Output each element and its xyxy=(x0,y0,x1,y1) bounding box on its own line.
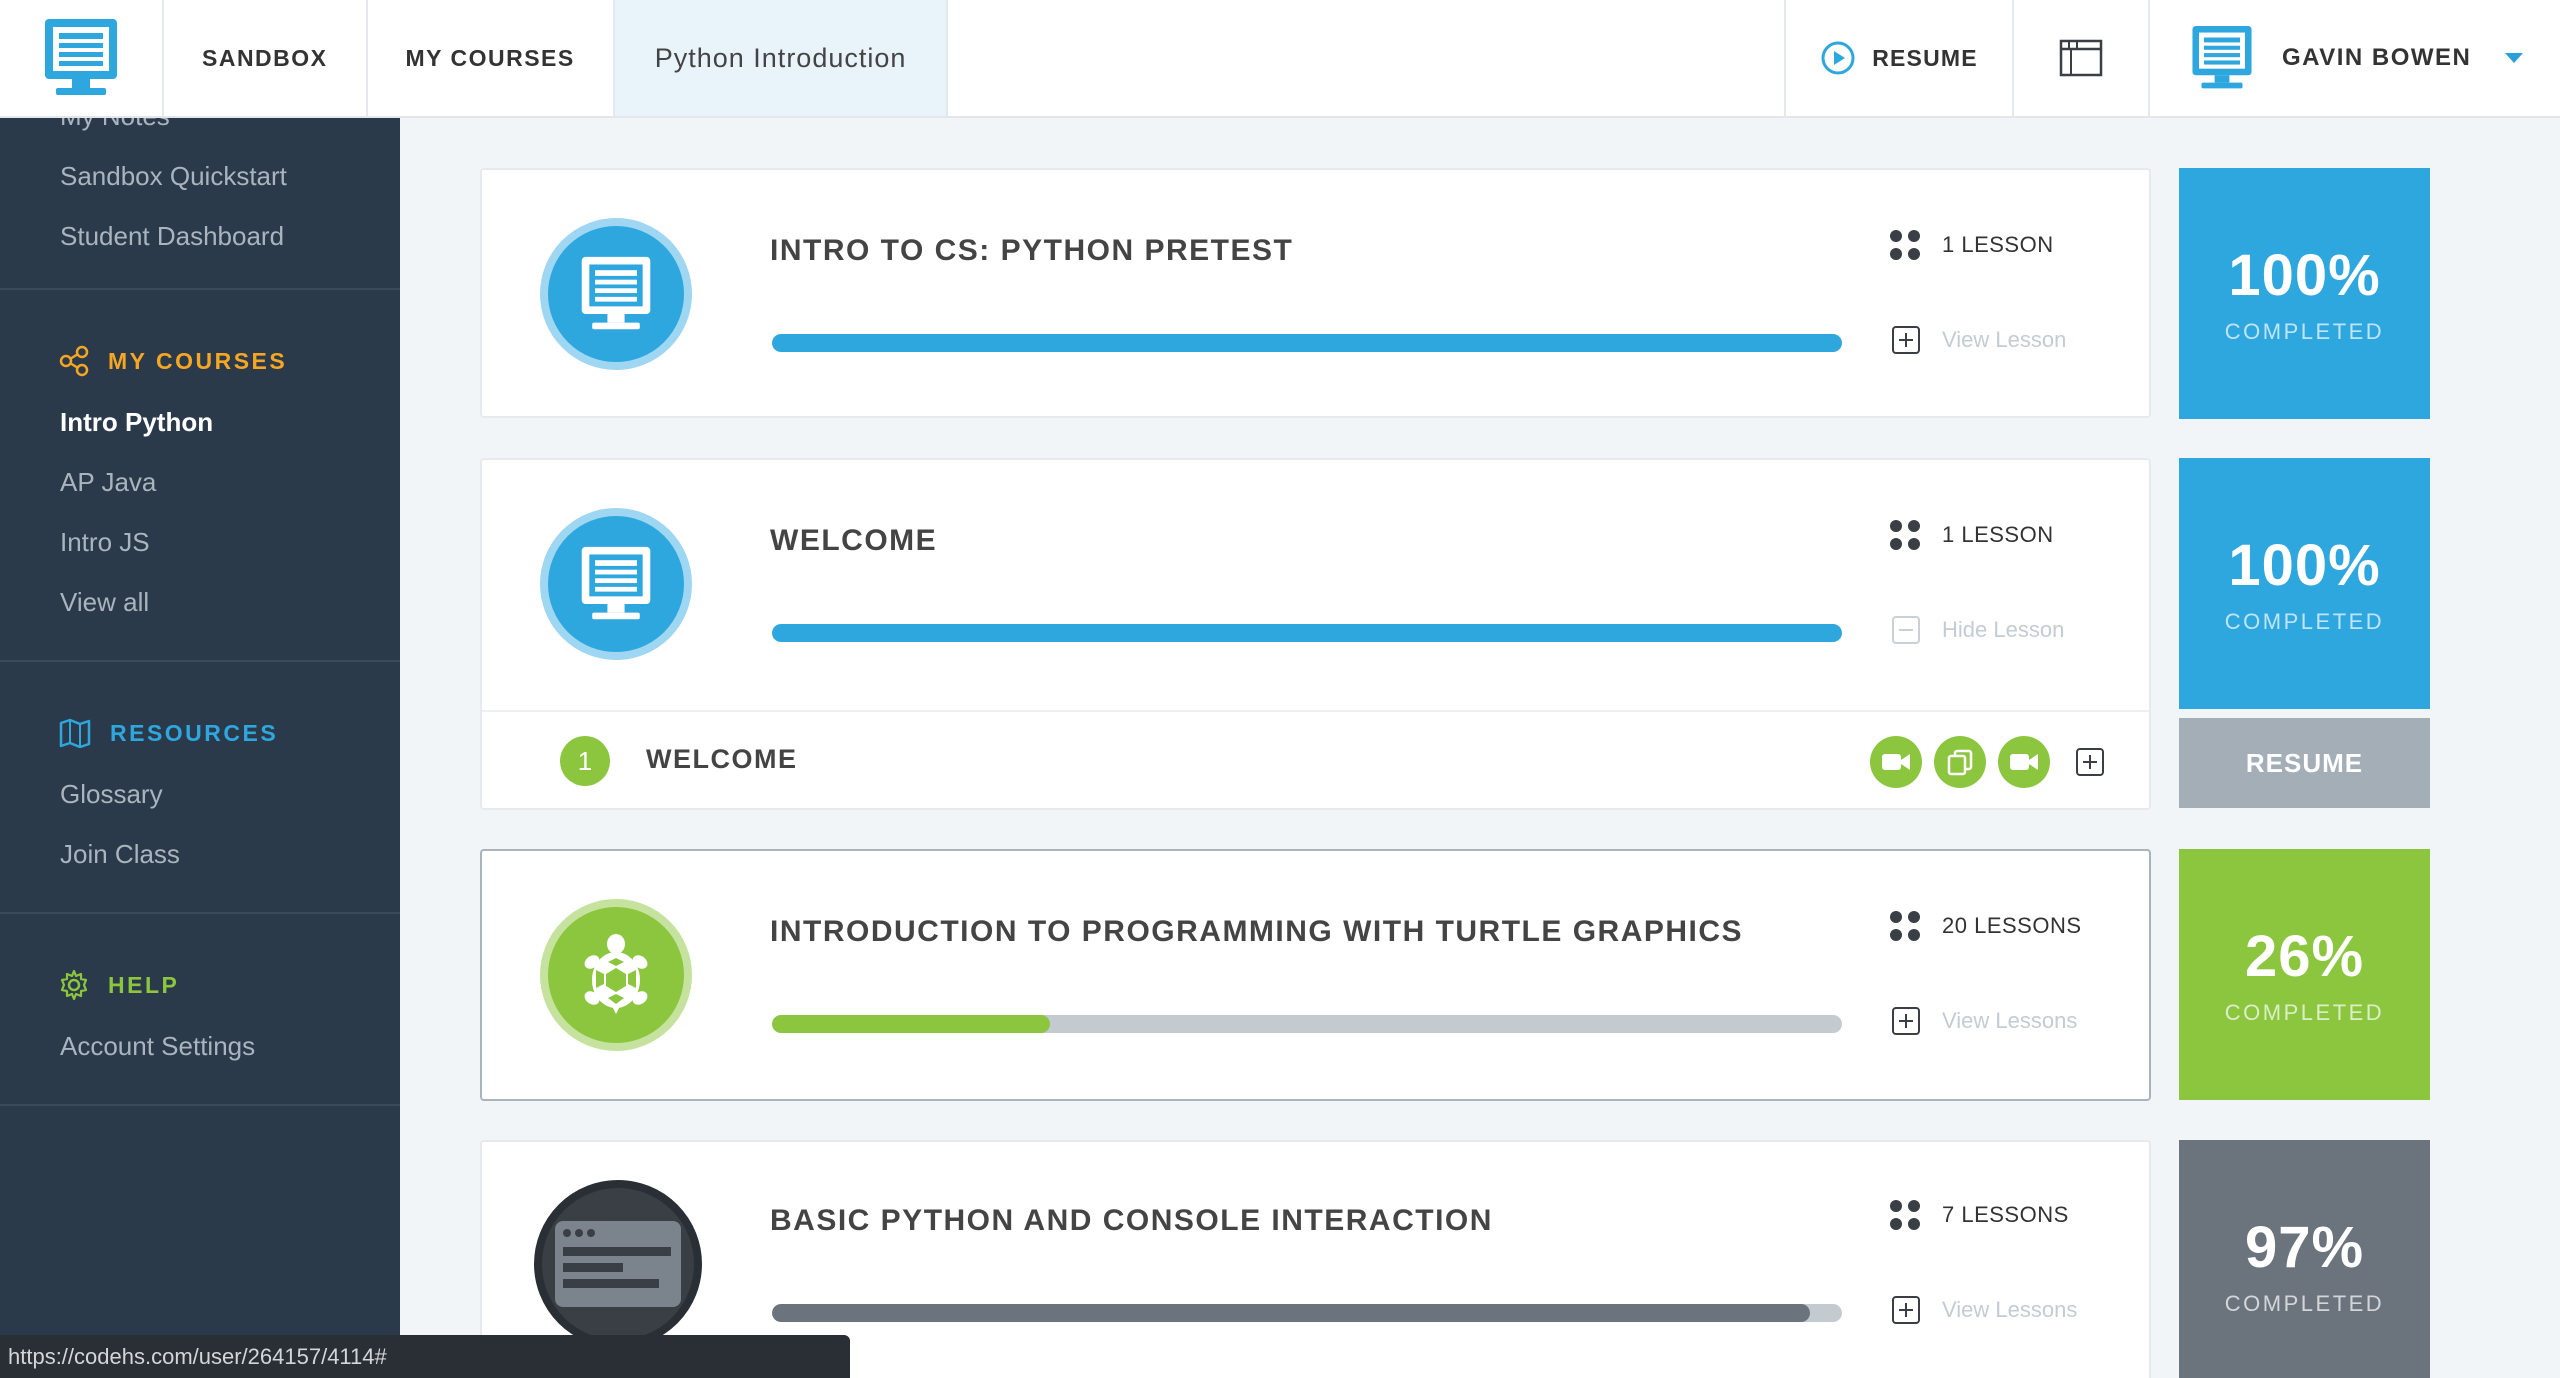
grid-dots-icon xyxy=(1890,230,1920,260)
lesson-count: 1 LESSON xyxy=(1890,520,2054,550)
completion-badge: 97% COMPLETED xyxy=(2179,1140,2430,1378)
progress-bar xyxy=(772,334,1842,352)
sidebar-item-ap-java[interactable]: AP Java xyxy=(0,452,400,512)
video-icon[interactable] xyxy=(1870,736,1922,788)
lesson-name: WELCOME xyxy=(646,744,798,774)
completion-badge: 100% COMPLETED xyxy=(2179,458,2430,709)
window-icon xyxy=(2059,39,2103,77)
grid-dots-icon xyxy=(1890,520,1920,550)
resources-heading: RESOURCES xyxy=(0,702,400,764)
sidebar-item-sandbox-quickstart[interactable]: Sandbox Quickstart xyxy=(0,146,400,206)
codehs-logo[interactable] xyxy=(0,0,164,116)
turtle-icon xyxy=(540,899,692,1051)
copy-document-icon[interactable] xyxy=(1934,736,1986,788)
view-lessons-link[interactable]: View Lessons xyxy=(1892,1296,2077,1324)
sidebar-item-intro-python[interactable]: Intro Python xyxy=(0,392,400,452)
monitor-logo-icon xyxy=(45,19,117,95)
top-navigation-bar: SANDBOX MY COURSES Python Introduction R… xyxy=(0,0,2560,118)
video-icon[interactable] xyxy=(1998,736,2050,788)
resume-label: RESUME xyxy=(1872,44,1978,71)
user-name: GAVIN BOWEN xyxy=(2282,44,2472,71)
tab-sandbox[interactable]: SANDBOX xyxy=(164,0,368,116)
view-lesson-link[interactable]: View Lesson xyxy=(1892,326,2066,354)
sidebar-item-view-all[interactable]: View all xyxy=(0,572,400,632)
course-title: INTRODUCTION TO PROGRAMMING WITH TURTLE … xyxy=(770,915,1744,948)
course-monitor-icon xyxy=(540,508,692,660)
sidebar-item-student-dashboard[interactable]: Student Dashboard xyxy=(0,206,400,266)
course-card: INTRO TO CS: PYTHON PRETEST 1 LESSON Vie… xyxy=(480,168,2151,418)
sidebar-item-intro-js[interactable]: Intro JS xyxy=(0,512,400,572)
my-courses-heading: MY COURSES xyxy=(0,330,400,392)
course-title: WELCOME xyxy=(770,524,938,557)
view-lessons-link[interactable]: View Lessons xyxy=(1892,1007,2077,1035)
user-avatar-icon xyxy=(2192,26,2252,89)
plus-square-icon[interactable] xyxy=(2076,748,2104,776)
progress-bar xyxy=(772,1304,1842,1322)
help-heading: HELP xyxy=(0,954,400,1016)
lesson-count: 20 LESSONS xyxy=(1890,911,2082,941)
tab-my-courses[interactable]: MY COURSES xyxy=(368,0,615,116)
lesson-count: 1 LESSON xyxy=(1890,230,2054,260)
course-title: BASIC PYTHON AND CONSOLE INTERACTION xyxy=(770,1204,1493,1237)
map-icon xyxy=(59,718,91,748)
hide-lesson-link[interactable]: Hide Lesson xyxy=(1892,616,2064,644)
completion-badge: 26% COMPLETED xyxy=(2179,849,2430,1100)
minus-square-icon xyxy=(1892,616,1920,644)
lesson-number-badge: 1 xyxy=(560,736,610,786)
course-card: INTRODUCTION TO PROGRAMMING WITH TURTLE … xyxy=(480,849,2151,1101)
chevron-down-icon xyxy=(2505,53,2524,63)
plus-square-icon xyxy=(1892,1007,1920,1035)
lesson-resume-button[interactable]: RESUME xyxy=(2179,718,2430,808)
completion-badge: 100% COMPLETED xyxy=(2179,168,2430,419)
plus-square-icon xyxy=(1892,326,1920,354)
gear-icon xyxy=(60,969,88,1001)
lesson-count: 7 LESSONS xyxy=(1890,1200,2069,1230)
course-title: INTRO TO CS: PYTHON PRETEST xyxy=(770,234,1294,267)
grid-dots-icon xyxy=(1890,1200,1920,1230)
sidebar-item-my-notes[interactable]: My Notes xyxy=(0,118,400,146)
play-circle-icon xyxy=(1821,41,1855,75)
sidebar: My Notes Sandbox Quickstart Student Dash… xyxy=(0,118,400,1378)
progress-bar xyxy=(772,624,1842,642)
window-toggle-button[interactable] xyxy=(2014,0,2150,116)
console-icon xyxy=(534,1180,702,1348)
grid-dots-icon xyxy=(1890,911,1920,941)
plus-square-icon xyxy=(1892,1296,1920,1324)
course-monitor-icon xyxy=(540,218,692,370)
course-card: WELCOME 1 LESSON Hide Lesson 1 WELCOME xyxy=(480,458,2151,810)
progress-bar xyxy=(772,1015,1842,1033)
resume-button[interactable]: RESUME xyxy=(1786,0,2014,116)
sidebar-item-join-class[interactable]: Join Class xyxy=(0,824,400,884)
sidebar-item-account-settings[interactable]: Account Settings xyxy=(0,1016,400,1076)
lesson-row[interactable]: 1 WELCOME xyxy=(482,710,2149,806)
tab-python-introduction[interactable]: Python Introduction xyxy=(614,0,949,116)
user-menu[interactable]: GAVIN BOWEN xyxy=(2150,0,2560,116)
sidebar-item-glossary[interactable]: Glossary xyxy=(0,764,400,824)
share-nodes-icon xyxy=(59,345,89,377)
browser-status-url: https://codehs.com/user/264157/4114# xyxy=(0,1335,850,1378)
